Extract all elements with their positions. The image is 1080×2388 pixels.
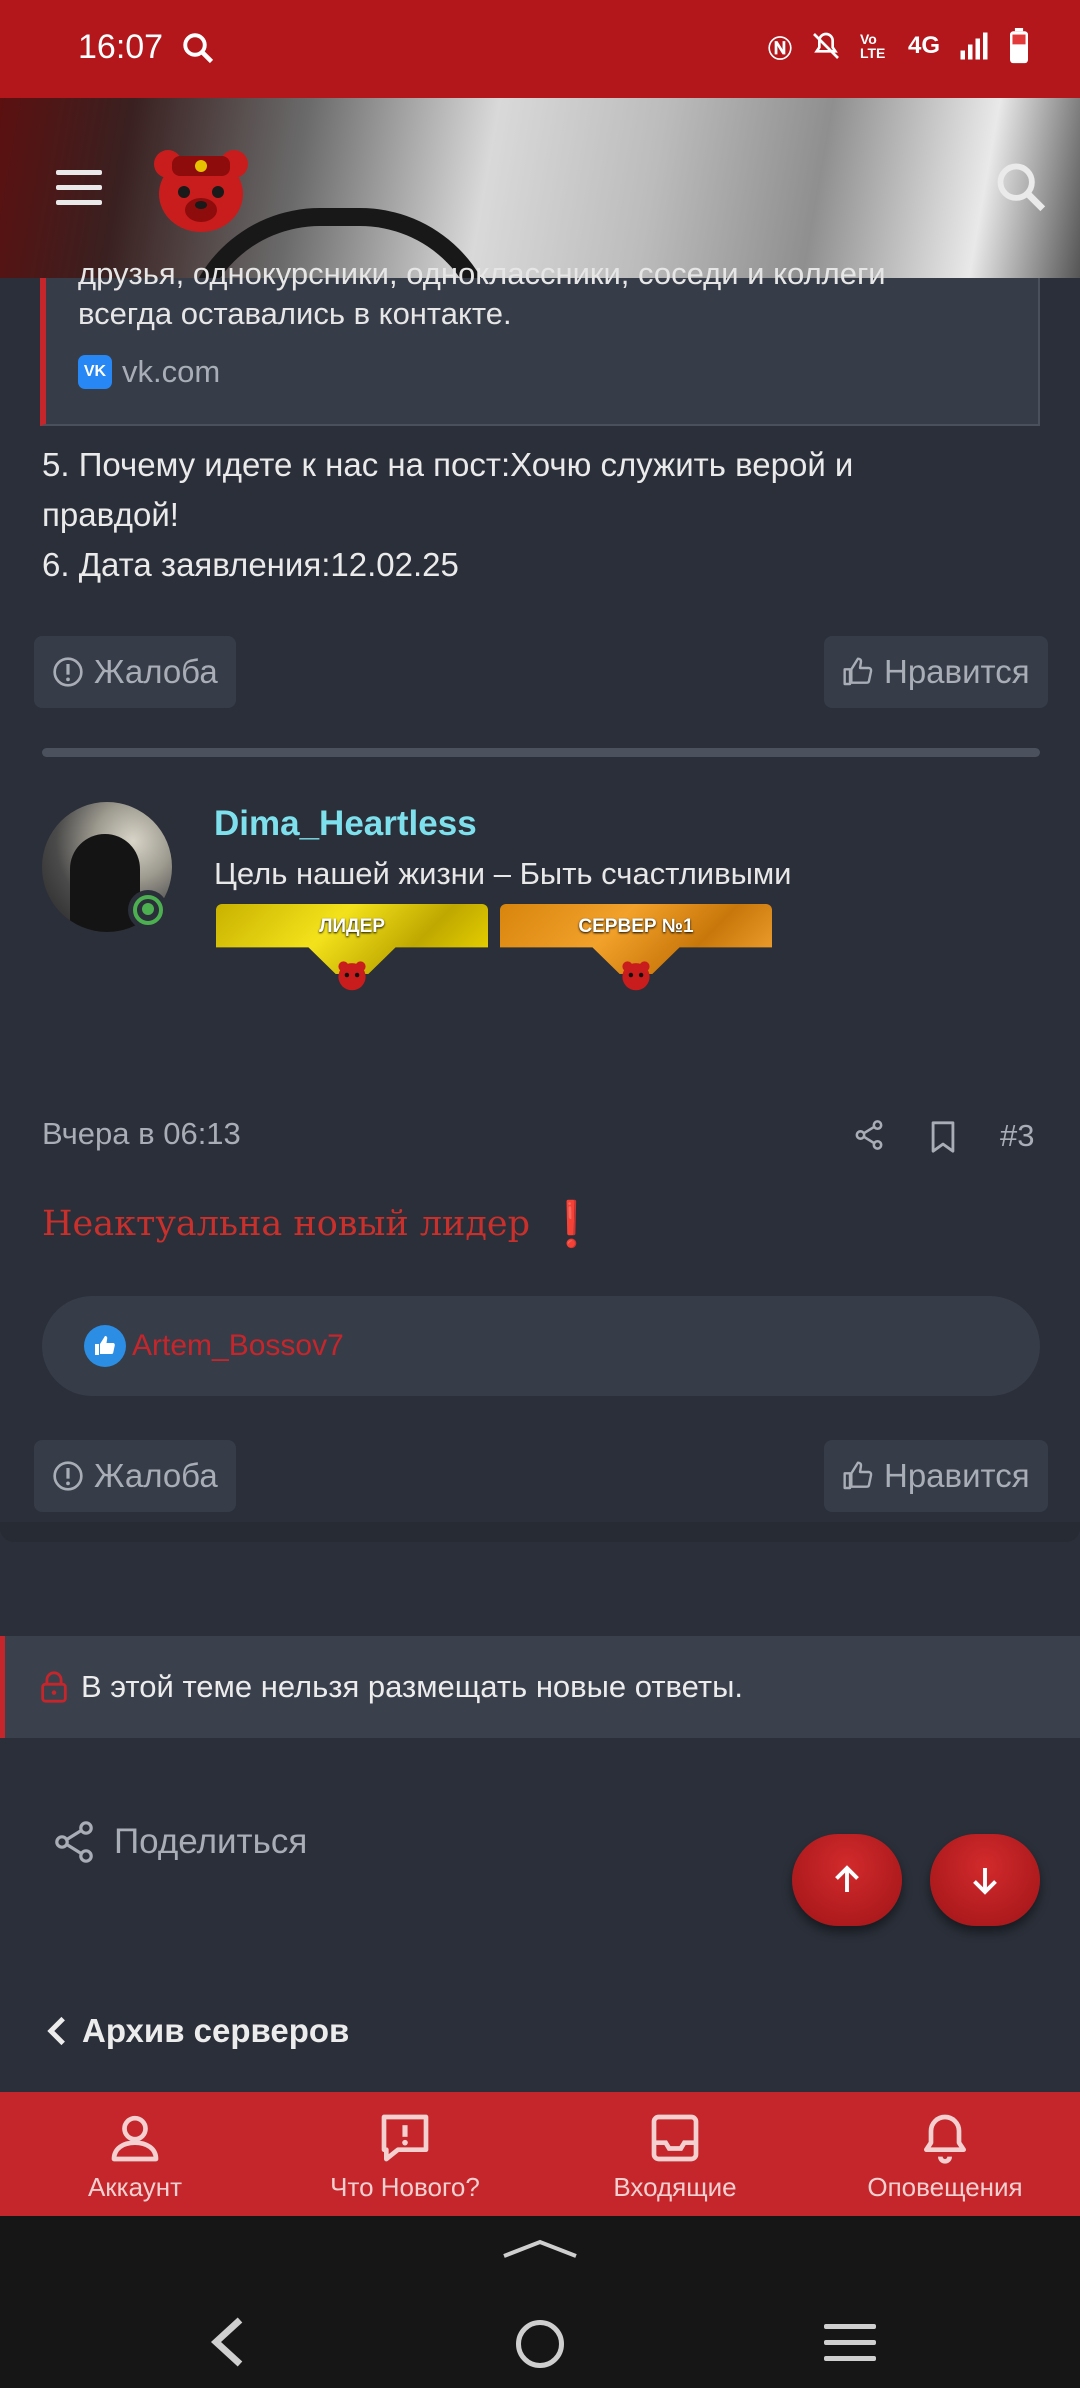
- status-icons: Ⓝ Vo LTE 4G: [768, 28, 1030, 64]
- post-date[interactable]: Вчера в 06:13: [42, 1116, 241, 1152]
- bear-emblem-icon: [622, 961, 650, 991]
- inbox-icon: [651, 2114, 699, 2162]
- like-button[interactable]: Нравится: [824, 636, 1048, 708]
- search-icon[interactable]: [992, 158, 1050, 216]
- preview-text-line1: друзья, однокурсники, одноклассники, сос…: [78, 256, 886, 291]
- share-icon[interactable]: [852, 1118, 886, 1152]
- post-text-line: правдой!: [42, 496, 179, 533]
- bookmark-icon[interactable]: [928, 1120, 958, 1154]
- online-status-icon: [128, 890, 168, 930]
- nav-account[interactable]: Аккаунт: [0, 2092, 270, 2216]
- arrow-down-icon: [973, 1868, 997, 1895]
- post-text: 5. Почему идете к нас на пост:Хочю служи…: [42, 440, 1042, 590]
- nav-inbox[interactable]: Входящие: [540, 2092, 810, 2216]
- post-text-line: 6. Дата заявления:12.02.25: [42, 546, 459, 583]
- breadcrumb-label: Архив серверов: [82, 2012, 350, 2049]
- nav-whats-new[interactable]: Что Нового?: [270, 2092, 540, 2216]
- battery-icon: [1010, 28, 1028, 64]
- preview-link[interactable]: VK vk.com: [78, 354, 220, 390]
- like-button[interactable]: Нравится: [824, 1440, 1048, 1512]
- nav-label: Входящие: [613, 2172, 737, 2202]
- post-body-text: Неактуальна новый лидер: [42, 1204, 531, 1244]
- mute-icon: [813, 32, 839, 59]
- preview-text-line2: всегда оставались в контакте.: [78, 296, 512, 331]
- reactions-bar[interactable]: Artem_Bossov7: [42, 1296, 1040, 1396]
- system-navigation-bar: [0, 2216, 1080, 2388]
- like-reaction-icon: [84, 1325, 126, 1367]
- report-button[interactable]: Жалоба: [34, 1440, 236, 1512]
- username[interactable]: Dima_Heartless: [214, 804, 477, 844]
- chevron-left-icon: [47, 2016, 65, 2046]
- report-label: Жалоба: [94, 653, 218, 690]
- share-thread-button[interactable]: Поделиться: [50, 1818, 307, 1866]
- back-icon[interactable]: [208, 2314, 248, 2370]
- bear-logo[interactable]: [146, 142, 256, 234]
- alert-circle-icon: [53, 1461, 83, 1491]
- preview-link-text: vk.com: [122, 354, 221, 389]
- bell-icon: [924, 2114, 966, 2164]
- post-text-line: 5. Почему идете к нас на пост:Хочю служи…: [42, 446, 854, 483]
- vk-icon: VK: [78, 355, 112, 389]
- post-card-edge: [0, 1522, 1080, 1542]
- nav-label: Аккаунт: [87, 2172, 183, 2202]
- closed-notice-text: В этой теме нельзя размещать новые ответ…: [81, 1669, 743, 1704]
- lock-icon: [41, 1671, 67, 1703]
- arrow-up-icon: [835, 1865, 859, 1892]
- volte-icon: Vo LTE: [859, 31, 886, 61]
- recents-icon[interactable]: [824, 2324, 876, 2364]
- post-body: Неактуальна новый лидер ❗: [42, 1198, 599, 1250]
- thumbs-up-icon: [843, 657, 873, 686]
- thread-closed-notice: В этой теме нельзя размещать новые ответ…: [0, 1636, 1080, 1738]
- report-label: Жалоба: [94, 1457, 218, 1494]
- nav-notifications[interactable]: Оповещения: [810, 2092, 1080, 2216]
- report-button[interactable]: Жалоба: [34, 636, 236, 708]
- alert-circle-icon: [53, 657, 83, 687]
- bear-emblem-icon: [338, 961, 366, 991]
- status-time: 16:07: [78, 28, 164, 66]
- like-label: Нравится: [884, 1457, 1030, 1494]
- breadcrumb[interactable]: Архив серверов: [46, 2012, 349, 2050]
- post-number[interactable]: #3: [1000, 1118, 1034, 1154]
- status-bar: 16:07 Ⓝ Vo LTE 4G: [0, 0, 1080, 98]
- search-icon: [183, 33, 214, 64]
- 4g-icon: 4G: [907, 32, 940, 59]
- hamburger-icon[interactable]: [56, 170, 102, 206]
- bottom-navigation: Аккаунт Что Нового? Входящие Оповещения: [0, 2092, 1080, 2216]
- thumbs-up-icon: [843, 1461, 873, 1490]
- exclamation-emoji: ❗: [544, 1200, 599, 1249]
- reaction-user-link[interactable]: Artem_Bossov7: [132, 1329, 344, 1363]
- like-label: Нравится: [884, 653, 1030, 690]
- swipe-up-handle-icon[interactable]: [500, 2236, 580, 2262]
- whats-new-icon: [381, 2114, 429, 2162]
- nfc-icon: Ⓝ: [767, 35, 792, 63]
- account-icon: [111, 2115, 159, 2162]
- nav-label: Оповещения: [867, 2172, 1023, 2202]
- scroll-bottom-button[interactable]: [930, 1834, 1040, 1926]
- share-label: Поделиться: [114, 1822, 308, 1861]
- signal-icon: [960, 32, 988, 60]
- scroll-top-button[interactable]: [792, 1834, 902, 1926]
- app-header: [0, 98, 1080, 278]
- user-title: Цель нашей жизни – Быть счастливыми: [214, 856, 792, 891]
- share-icon: [55, 1821, 93, 1863]
- home-icon[interactable]: [516, 2320, 564, 2368]
- post-divider: [42, 748, 1040, 757]
- link-preview[interactable]: друзья, однокурсники, одноклассники, сос…: [40, 256, 1040, 426]
- nav-label: Что Нового?: [330, 2172, 480, 2202]
